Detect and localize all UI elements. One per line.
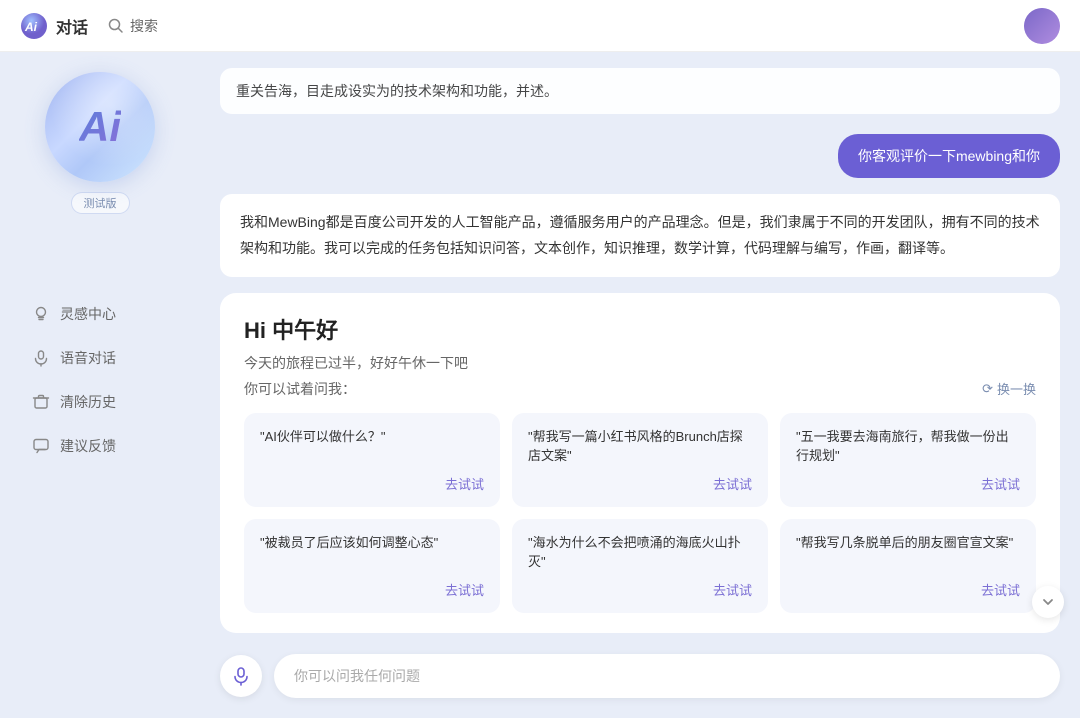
- search-label: 搜索: [130, 16, 158, 36]
- sidebar-inspiration-label: 灵感中心: [60, 304, 116, 324]
- suggestion-text-5: "海水为什么不会把喷涌的海底火山扑灭": [528, 533, 752, 572]
- mic-icon: [231, 666, 251, 686]
- sidebar-feedback-label: 建议反馈: [60, 436, 116, 456]
- sidebar-item-voice[interactable]: 语音对话: [16, 338, 184, 378]
- greeting-title: Hi 中午好: [244, 313, 1036, 345]
- refresh-button[interactable]: ⟳ 换一换: [982, 379, 1036, 398]
- nav-title-text: 对话: [56, 14, 88, 38]
- messages-scroll: 重关告海，目走成设实为的技术架构和功能，并述。 你客观评价一下mewbing和你…: [200, 52, 1080, 642]
- input-placeholder-text: 你可以问我任何问题: [294, 666, 420, 686]
- chevron-down-icon: [1040, 594, 1056, 610]
- input-area: 你可以问我任何问题: [200, 642, 1080, 718]
- suggestion-card-5[interactable]: "海水为什么不会把喷涌的海底火山扑灭" 去试试: [512, 519, 768, 613]
- try-btn-4[interactable]: 去试试: [445, 580, 484, 599]
- greeting-card: Hi 中午好 今天的旅程已过半，好好午休一下吧 你可以试着问我： ⟳ 换一换 "…: [220, 293, 1060, 633]
- suggestion-text-3: "五一我要去海南旅行，帮我做一份出行规划": [796, 427, 1020, 466]
- sidebar-item-inspiration[interactable]: 灵感中心: [16, 294, 184, 334]
- suggestion-card-2[interactable]: "帮我写一篇小红书风格的Brunch店探店文案" 去试试: [512, 413, 768, 507]
- trash-icon: [32, 393, 50, 411]
- try-btn-1[interactable]: 去试试: [445, 474, 484, 493]
- sidebar: Ai 测试版 灵感中心 语音对话: [0, 52, 200, 718]
- ai-response-text: 我和MewBing都是百度公司开发的人工智能产品，遵循服务用户的产品理念。但是，…: [240, 214, 1040, 255]
- try-btn-2[interactable]: 去试试: [713, 474, 752, 493]
- suggestions-grid: "AI伙伴可以做什么？" 去试试 "帮我写一篇小红书风格的Brunch店探店文案…: [244, 413, 1036, 613]
- ai-avatar-text: Ai: [79, 103, 121, 151]
- sidebar-voice-label: 语音对话: [60, 348, 116, 368]
- user-avatar[interactable]: [1024, 8, 1060, 44]
- suggestion-text-6: "帮我写几条脱单后的朋友圈官宣文案": [796, 533, 1020, 572]
- suggestion-card-1[interactable]: "AI伙伴可以做什么？" 去试试: [244, 413, 500, 507]
- prev-message-text: 重关告海，目走成设实为的技术架构和功能，并述。: [236, 83, 558, 99]
- refresh-icon: ⟳: [982, 381, 993, 397]
- try-btn-6[interactable]: 去试试: [981, 580, 1020, 599]
- nav-logo[interactable]: Ai 对话: [20, 12, 88, 40]
- greeting-subtitle: 今天的旅程已过半，好好午休一下吧: [244, 353, 1036, 373]
- prompt-label-text: 你可以试着问我：: [244, 379, 356, 399]
- sidebar-item-clear[interactable]: 清除历史: [16, 382, 184, 422]
- feedback-icon: [32, 437, 50, 455]
- search-icon: [108, 18, 124, 34]
- try-btn-5[interactable]: 去试试: [713, 580, 752, 599]
- sidebar-item-feedback[interactable]: 建议反馈: [16, 426, 184, 466]
- ai-avatar-container: Ai 测试版: [45, 72, 155, 214]
- voice-icon: [32, 349, 50, 367]
- suggestion-text-4: "被裁员了后应该如何调整心态": [260, 533, 484, 572]
- greeting-prompt-row: 你可以试着问我： ⟳ 换一换: [244, 379, 1036, 399]
- user-message-text: 你客观评价一下mewbing和你: [858, 148, 1040, 164]
- suggestion-card-6[interactable]: "帮我写几条脱单后的朋友圈官宣文案" 去试试: [780, 519, 1036, 613]
- refresh-label: 换一换: [997, 379, 1036, 398]
- main-layout: Ai 测试版 灵感中心 语音对话: [0, 52, 1080, 718]
- chat-container: 重关告海，目走成设实为的技术架构和功能，并述。 你客观评价一下mewbing和你…: [200, 52, 1080, 718]
- prev-message: 重关告海，目走成设实为的技术架构和功能，并述。: [220, 68, 1060, 114]
- ai-logo-icon: Ai: [20, 12, 48, 40]
- beta-badge: 测试版: [71, 192, 130, 214]
- user-bubble: 你客观评价一下mewbing和你: [838, 134, 1060, 178]
- avatar-image: [1024, 8, 1060, 44]
- ai-response-message: 我和MewBing都是百度公司开发的人工智能产品，遵循服务用户的产品理念。但是，…: [220, 194, 1060, 276]
- scroll-down-button[interactable]: [1032, 586, 1064, 618]
- sidebar-clear-label: 清除历史: [60, 392, 116, 412]
- nav-search[interactable]: 搜索: [108, 16, 158, 36]
- try-btn-3[interactable]: 去试试: [981, 474, 1020, 493]
- top-nav: Ai 对话 搜索: [0, 0, 1080, 52]
- suggestion-text-1: "AI伙伴可以做什么？": [260, 427, 484, 466]
- suggestion-card-4[interactable]: "被裁员了后应该如何调整心态" 去试试: [244, 519, 500, 613]
- user-message-row: 你客观评价一下mewbing和你: [220, 134, 1060, 178]
- mic-button[interactable]: [220, 655, 262, 697]
- sidebar-menu: 灵感中心 语音对话 清除历史: [0, 294, 200, 466]
- bulb-icon: [32, 305, 50, 323]
- suggestion-text-2: "帮我写一篇小红书风格的Brunch店探店文案": [528, 427, 752, 466]
- svg-text:Ai: Ai: [24, 20, 38, 34]
- ai-avatar: Ai: [45, 72, 155, 182]
- suggestion-card-3[interactable]: "五一我要去海南旅行，帮我做一份出行规划" 去试试: [780, 413, 1036, 507]
- chat-input[interactable]: 你可以问我任何问题: [274, 654, 1060, 698]
